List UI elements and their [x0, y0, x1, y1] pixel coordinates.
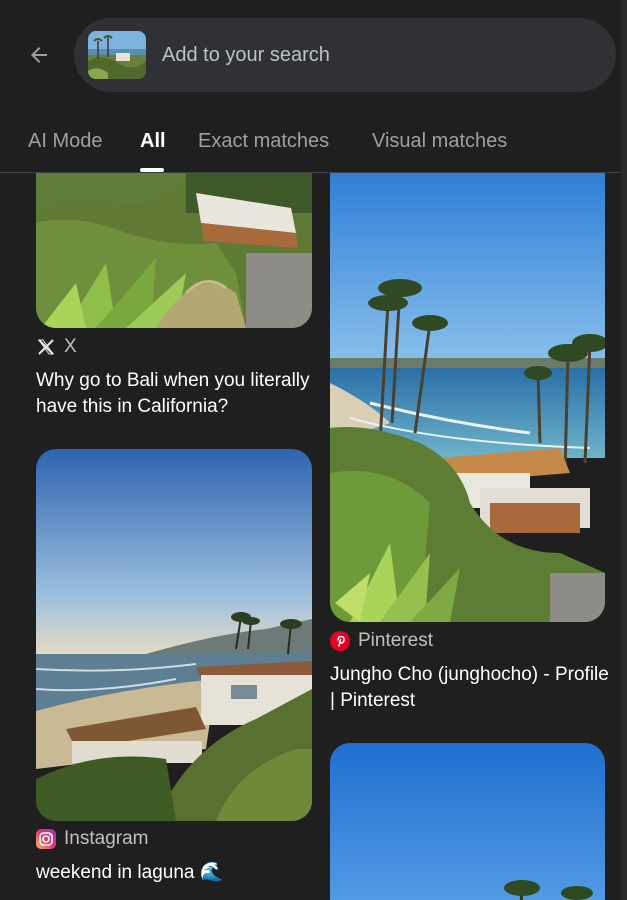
result-source-pinterest[interactable]: Pinterest — [330, 630, 433, 652]
result-image-next[interactable] — [330, 743, 605, 900]
tab-ai-mode[interactable]: AI Mode — [28, 130, 102, 153]
result-image-instagram[interactable] — [36, 449, 312, 821]
instagram-logo-icon — [36, 829, 56, 849]
result-source-x[interactable]: X — [36, 336, 77, 358]
result-source-label: Pinterest — [358, 630, 433, 651]
tab-visual-matches[interactable]: Visual matches — [372, 130, 507, 153]
tab-exact-matches[interactable]: Exact matches — [198, 130, 329, 153]
results-grid: X Why go to Bali when you literally have… — [0, 173, 621, 900]
x-logo-icon — [36, 337, 56, 357]
result-source-instagram[interactable]: Instagram — [36, 828, 148, 850]
search-tabs: AI Mode All Exact matches Visual matches — [0, 112, 621, 174]
search-bar[interactable] — [74, 18, 616, 92]
result-image-x[interactable] — [36, 173, 312, 328]
pinterest-logo-icon — [330, 631, 350, 651]
result-title-pinterest[interactable]: Jungho Cho (junghocho) - Profile | Pinte… — [330, 662, 610, 714]
window-edge — [621, 0, 627, 900]
result-source-label: X — [64, 336, 77, 357]
arrow-left-icon — [31, 47, 47, 63]
app-window: AI Mode All Exact matches Visual matches — [0, 0, 627, 900]
back-button[interactable] — [22, 38, 56, 72]
tab-all[interactable]: All — [140, 130, 166, 153]
result-title-x[interactable]: Why go to Bali when you literally have t… — [36, 368, 316, 420]
search-input[interactable] — [162, 43, 582, 67]
result-title-instagram[interactable]: weekend in laguna 🌊 — [36, 860, 316, 886]
result-image-pinterest[interactable] — [330, 173, 605, 622]
search-image-thumbnail[interactable] — [88, 31, 146, 79]
result-source-label: Instagram — [64, 828, 149, 849]
